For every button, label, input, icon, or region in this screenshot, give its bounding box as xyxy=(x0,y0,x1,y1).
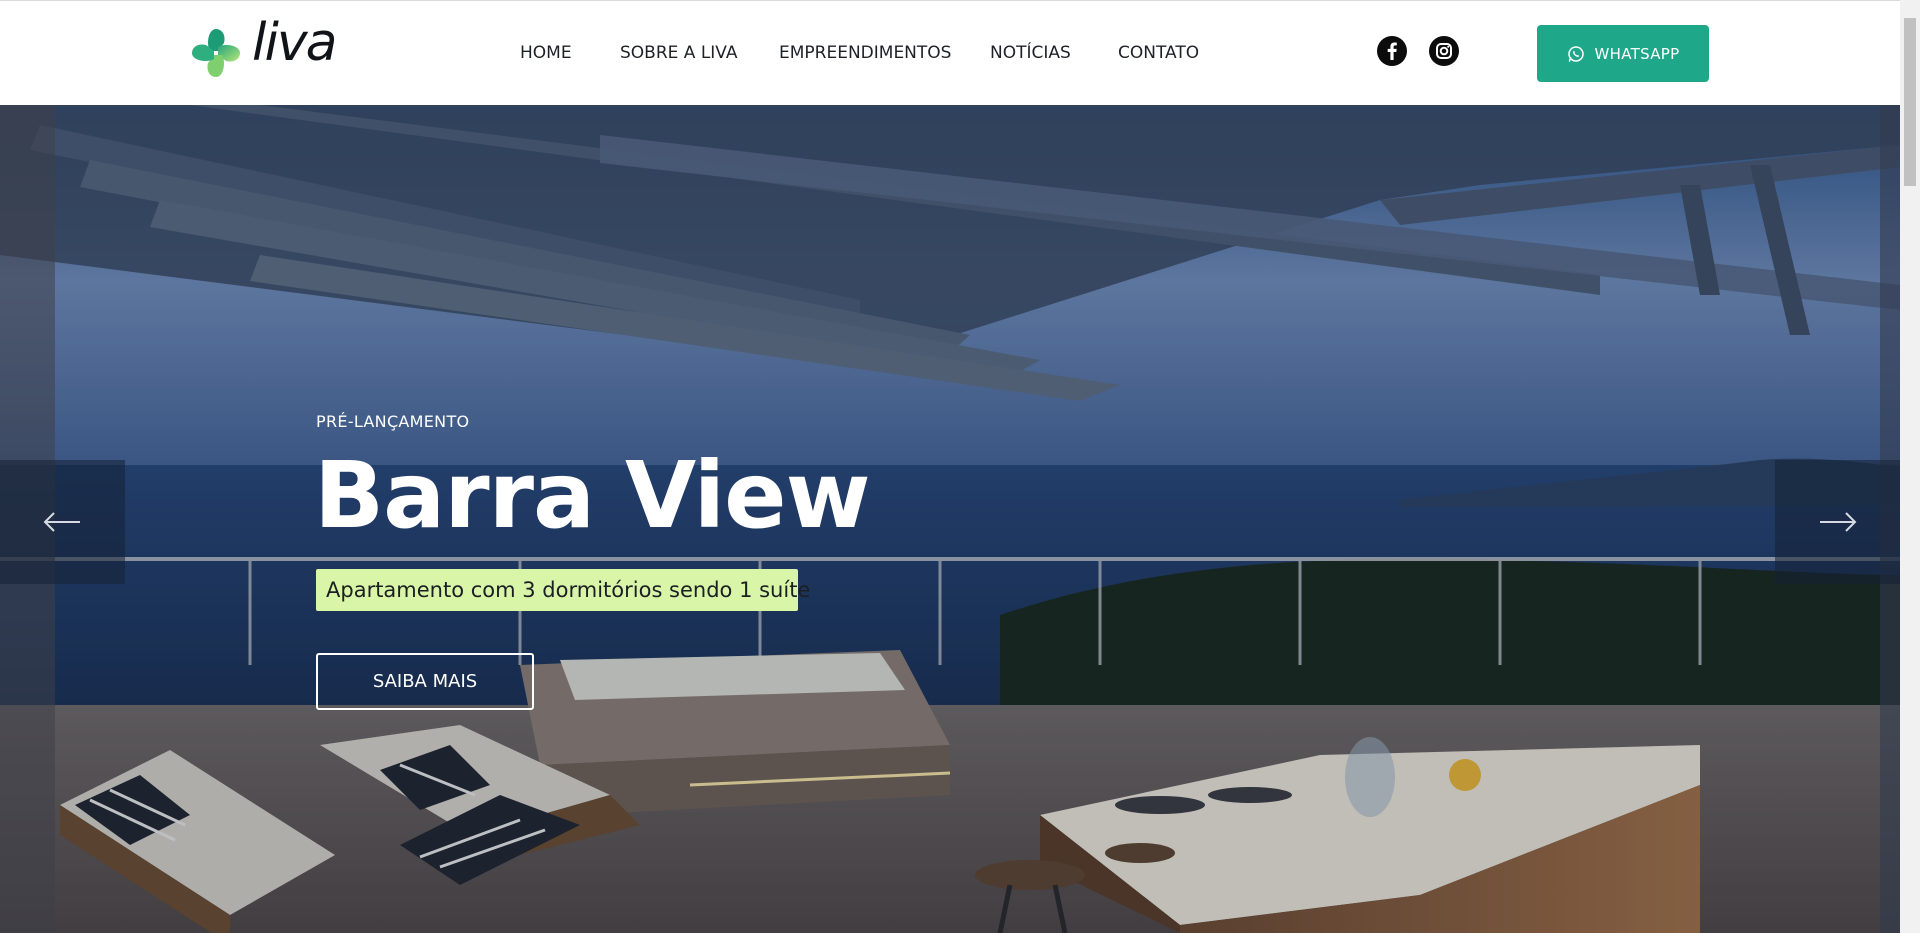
instagram-icon[interactable] xyxy=(1429,36,1459,66)
nav-item-empreendimentos[interactable]: EMPREENDIMENTOS xyxy=(779,43,951,63)
hero-title: Barra View xyxy=(314,442,871,549)
nav-item-noticias[interactable]: NOTÍCIAS xyxy=(990,43,1071,63)
nav-item-contato[interactable]: CONTATO xyxy=(1118,43,1199,63)
logo-wordmark: liva xyxy=(252,13,338,73)
slider-next-button[interactable] xyxy=(1775,460,1900,584)
whatsapp-label: WHATSAPP xyxy=(1594,44,1680,63)
whatsapp-button[interactable]: WHATSAPP xyxy=(1537,25,1709,82)
saiba-mais-button[interactable]: SAIBA MAIS xyxy=(316,653,534,710)
facebook-icon[interactable] xyxy=(1377,36,1407,66)
hero-tag: Apartamento com 3 dormitórios sendo 1 su… xyxy=(316,569,810,611)
slider-prev-button[interactable] xyxy=(0,460,125,584)
arrow-right-icon xyxy=(1820,512,1857,532)
brand-logo[interactable]: liva xyxy=(188,17,338,83)
hero-eyebrow: PRÉ-LANÇAMENTO xyxy=(316,412,470,431)
arrow-left-icon xyxy=(43,512,80,532)
nav-item-home[interactable]: HOME xyxy=(520,43,572,63)
clover-logo-icon xyxy=(192,29,240,77)
site-header: liva HOME SOBRE A LIVA EMPREENDIMENTOS N… xyxy=(0,1,1900,105)
page-scrollbar[interactable] xyxy=(1900,0,1920,933)
hero-slider: PRÉ-LANÇAMENTO Barra View Apartamento co… xyxy=(0,105,1900,933)
whatsapp-icon xyxy=(1567,45,1584,62)
scrollbar-thumb[interactable] xyxy=(1904,18,1916,186)
hero-background-image xyxy=(0,105,1900,933)
nav-item-sobre-a-liva[interactable]: SOBRE A LIVA xyxy=(620,43,737,63)
